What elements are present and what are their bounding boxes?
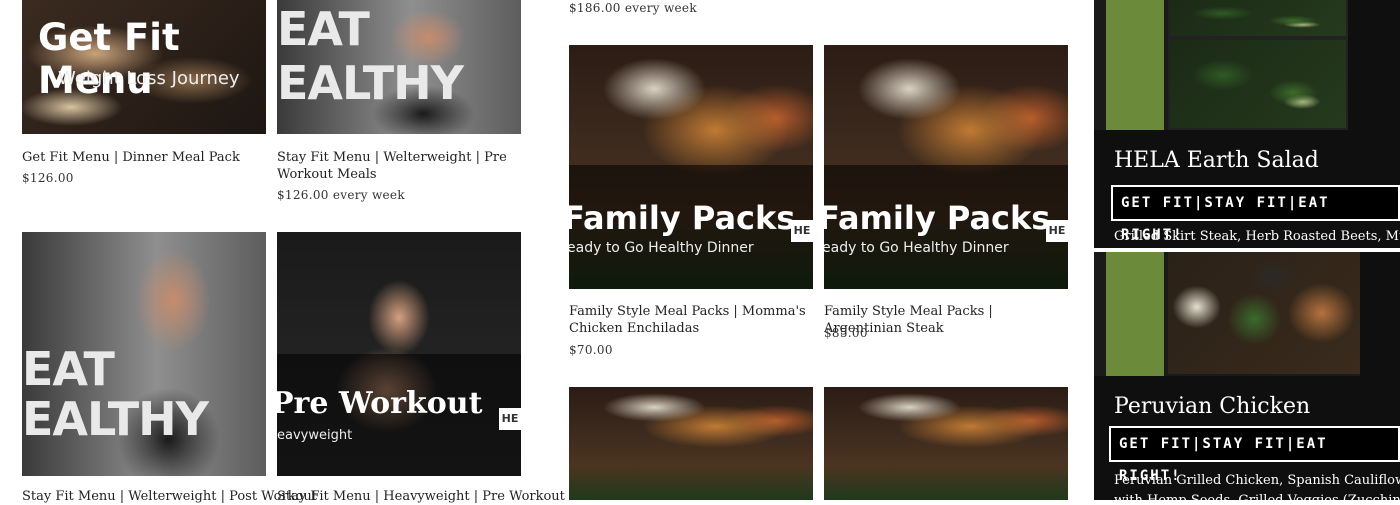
salad-photo-bottom [1168, 38, 1348, 130]
banner-eat: EAT [277, 2, 370, 56]
brand-logo-icon: HE [499, 408, 521, 430]
meal-name: Peruvian Chicken [1114, 394, 1311, 419]
banner-subtitle: eavyweight [277, 428, 353, 443]
banner-subtitle: eady to Go Healthy Dinner [824, 240, 1009, 256]
meal-description: Grilled Skirt Steak, Herb Roasted Beets,… [1114, 229, 1400, 244]
product-price: $126.00 every week [277, 188, 405, 202]
meal-tagline: GET FIT|STAY FIT|EAT RIGHT! [1109, 426, 1400, 484]
banner-title: Family Packs [824, 199, 1051, 237]
product-image-argentinian[interactable]: Family Packs eady to Go Healthy Dinner H… [824, 45, 1068, 289]
peruvian-photo [1168, 252, 1360, 374]
banner-subtitle: eady to Go Healthy Dinner [569, 240, 754, 256]
product-price: $85.00 [824, 326, 868, 340]
meal-image [1094, 252, 1360, 376]
banner-title: Get Fit Menu [38, 16, 180, 102]
brand-logo-icon: HE [1046, 220, 1068, 242]
banner-title: Pre Workout [277, 386, 483, 421]
product-image-get-fit[interactable]: Get Fit Menu Weight Loss Journey [22, 0, 266, 134]
brand-logo-icon: HE [791, 220, 813, 242]
meal-description: Peruvian Grilled Chicken, Spanish Caulif… [1114, 473, 1400, 488]
product-image-enchiladas[interactable]: Family Packs eady to Go Healthy Dinner H… [569, 45, 813, 289]
salad-photo-top [1168, 0, 1348, 38]
banner-healthy: EALTHY [277, 56, 464, 110]
featured-meal-card[interactable]: HELA Earth Salad GET FIT|STAY FIT|EAT RI… [1094, 0, 1400, 248]
product-image-family-4[interactable] [824, 387, 1068, 500]
banner-title: Family Packs [569, 199, 796, 237]
product-title[interactable]: Family Style Meal Packs | Momma's Chicke… [569, 303, 813, 337]
brand-strip [1106, 0, 1164, 130]
banner-eat: EAT [22, 342, 115, 396]
meal-description-line2: with Hemp Seeds, Grilled Veggies (Zucchi… [1114, 491, 1400, 500]
meal-image [1094, 0, 1348, 130]
product-price: $126.00 [22, 171, 74, 185]
meal-name: HELA Earth Salad [1114, 148, 1319, 173]
product-title[interactable]: Stay Fit Menu | Welterweight | Post Work… [22, 488, 317, 505]
banner-subtitle: Weight Loss Journey [58, 68, 240, 89]
product-title[interactable]: Stay Fit Menu | Welterweight | Pre Worko… [277, 149, 521, 183]
product-title[interactable]: Get Fit Menu | Dinner Meal Pack [22, 149, 266, 166]
product-image-heavyweight[interactable]: Pre Workout eavyweight HE [277, 232, 521, 476]
product-image-family-3[interactable] [569, 387, 813, 500]
product-image-stay-fit-post[interactable]: EAT EALTHY [22, 232, 266, 476]
banner-healthy: EALTHY [22, 392, 209, 446]
featured-meal-card[interactable]: Peruvian Chicken GET FIT|STAY FIT|EAT RI… [1094, 252, 1400, 500]
product-price: $186.00 every week [569, 1, 697, 15]
product-title[interactable]: Stay Fit Menu | Heavyweight | Pre Workou… [277, 488, 565, 505]
product-image-stay-fit-pre[interactable]: EAT EALTHY [277, 0, 521, 134]
meal-tagline: GET FIT|STAY FIT|EAT RIGHT! [1111, 185, 1400, 243]
brand-strip [1106, 252, 1164, 376]
product-price: $70.00 [569, 343, 613, 357]
